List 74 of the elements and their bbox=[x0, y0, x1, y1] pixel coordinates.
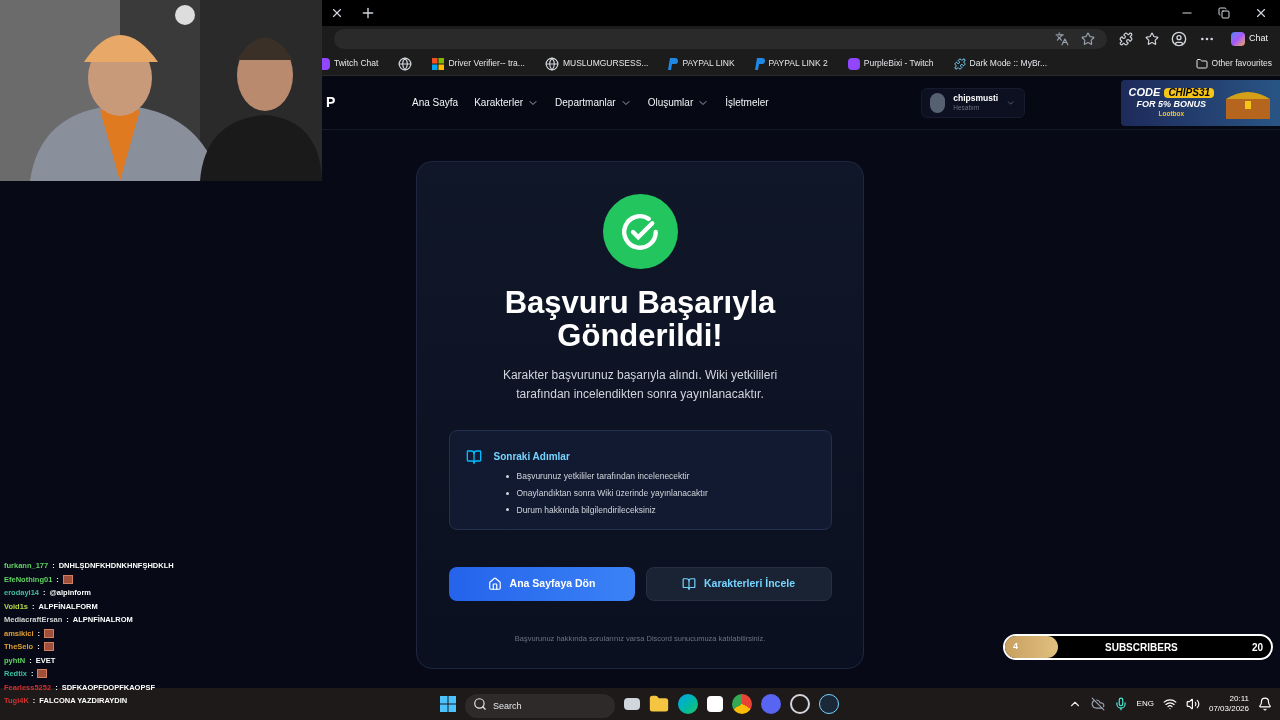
paypal-icon bbox=[754, 57, 765, 70]
steam-icon[interactable] bbox=[819, 694, 839, 714]
next-steps-title: Sonraki Adımlar bbox=[493, 450, 571, 464]
nav-item[interactable]: Oluşumlar bbox=[647, 95, 710, 110]
ad-promo: CHIPS31 bbox=[1164, 87, 1215, 98]
other-favourites[interactable]: Other favourites bbox=[1195, 57, 1272, 70]
globe-icon bbox=[398, 56, 413, 71]
edge-icon[interactable] bbox=[678, 694, 698, 714]
bookmark-item[interactable]: PAYPAL LINK bbox=[668, 57, 735, 70]
chat-button[interactable]: Chat bbox=[1227, 32, 1272, 46]
notification-icon[interactable] bbox=[1258, 697, 1272, 711]
volume-icon[interactable] bbox=[1185, 697, 1200, 711]
chrome-icon[interactable] bbox=[732, 694, 752, 714]
twitch-icon bbox=[847, 57, 860, 70]
bookmark-item[interactable]: Dark Mode :: MyBr... bbox=[953, 57, 1047, 70]
success-title: Başvuru Başarıyla Gönderildi! bbox=[503, 286, 777, 352]
clock-time[interactable]: 20:11 bbox=[1229, 694, 1249, 704]
windows-icon bbox=[432, 57, 445, 70]
puzzle-icon bbox=[953, 57, 966, 70]
home-icon bbox=[487, 577, 502, 591]
close-window-icon[interactable] bbox=[1254, 6, 1268, 20]
book-icon bbox=[681, 577, 696, 591]
nav-item[interactable]: İşletmeler bbox=[725, 95, 769, 110]
restore-icon[interactable] bbox=[1218, 7, 1230, 19]
ad-bonus: FOR 5% BONUS bbox=[1136, 100, 1207, 110]
store-icon[interactable] bbox=[707, 696, 723, 712]
bookmark-item[interactable]: MUSLUMGURSESS... bbox=[544, 56, 649, 71]
bookmark-item[interactable]: Driver Verifier-- tra... bbox=[432, 57, 525, 70]
user-name: chipsmusti bbox=[953, 93, 999, 104]
goal-label: SUBSCRIBERS bbox=[1105, 640, 1179, 655]
bookmark-item[interactable]: PAYPAL LINK 2 bbox=[754, 57, 828, 70]
bullet-icon bbox=[505, 474, 509, 478]
favorite-star-icon[interactable] bbox=[1081, 32, 1095, 46]
clock-date[interactable]: 07/03/2026 bbox=[1208, 704, 1249, 714]
paypal-icon bbox=[668, 57, 679, 70]
home-button[interactable]: Ana Sayfaya Dön bbox=[448, 567, 635, 601]
search-icon bbox=[473, 697, 487, 711]
nav-item[interactable]: Ana Sayfa bbox=[412, 95, 459, 110]
nav-item[interactable]: Departmanlar bbox=[555, 95, 632, 110]
microphone-icon[interactable] bbox=[1113, 697, 1128, 711]
next-step-item: Durum hakkında bilgilendirileceksiniz bbox=[516, 503, 656, 517]
site-logo[interactable]: P bbox=[326, 92, 412, 113]
wifi-icon[interactable] bbox=[1162, 697, 1177, 711]
bookmark-item[interactable] bbox=[398, 56, 413, 71]
book-icon bbox=[465, 449, 482, 465]
translate-icon[interactable] bbox=[1055, 32, 1069, 46]
goal-target: 20 bbox=[1251, 640, 1263, 655]
profile-icon[interactable] bbox=[1171, 31, 1187, 47]
bullet-icon bbox=[505, 508, 509, 512]
ad-code: CODE bbox=[1128, 87, 1161, 99]
new-tab-icon[interactable] bbox=[360, 5, 376, 21]
success-message: Karakter başvurunuz başarıyla alındı. Wiki yetkilileri tarafından incelendikten sonra yayınlanacaktır. bbox=[501, 367, 779, 403]
windows-start-icon[interactable] bbox=[440, 696, 456, 712]
app-icon[interactable] bbox=[790, 694, 810, 714]
characters-button[interactable]: Karakterleri İncele bbox=[645, 567, 832, 601]
extensions-icon[interactable] bbox=[1119, 32, 1133, 46]
folder-icon[interactable] bbox=[649, 694, 669, 714]
next-step-item: Başvurunuz yetkililer tarafından incelenecektir bbox=[516, 470, 690, 483]
task-view-icon[interactable] bbox=[624, 698, 640, 710]
favorites-icon[interactable] bbox=[1145, 32, 1159, 46]
next-step-item: Onaylandıktan sonra Wiki üzerinde yayınlanacaktır bbox=[516, 486, 708, 500]
bookmark-item[interactable]: PurpleBixi - Twitch bbox=[847, 57, 934, 70]
folder-icon bbox=[1195, 57, 1208, 70]
globe-icon bbox=[544, 56, 559, 71]
close-tab-icon[interactable] bbox=[330, 6, 344, 20]
taskbar-search-field[interactable]: Search bbox=[465, 694, 615, 718]
cloud-off-icon[interactable] bbox=[1090, 697, 1105, 711]
language-indicator[interactable]: ENG bbox=[1136, 698, 1154, 710]
user-avatar bbox=[929, 92, 946, 113]
discord-icon[interactable] bbox=[761, 694, 781, 714]
bullet-icon bbox=[505, 491, 509, 495]
copilot-icon bbox=[1231, 32, 1245, 46]
nav-item[interactable]: Karakterler bbox=[474, 95, 540, 110]
goal-current: 4 bbox=[1013, 640, 1019, 654]
